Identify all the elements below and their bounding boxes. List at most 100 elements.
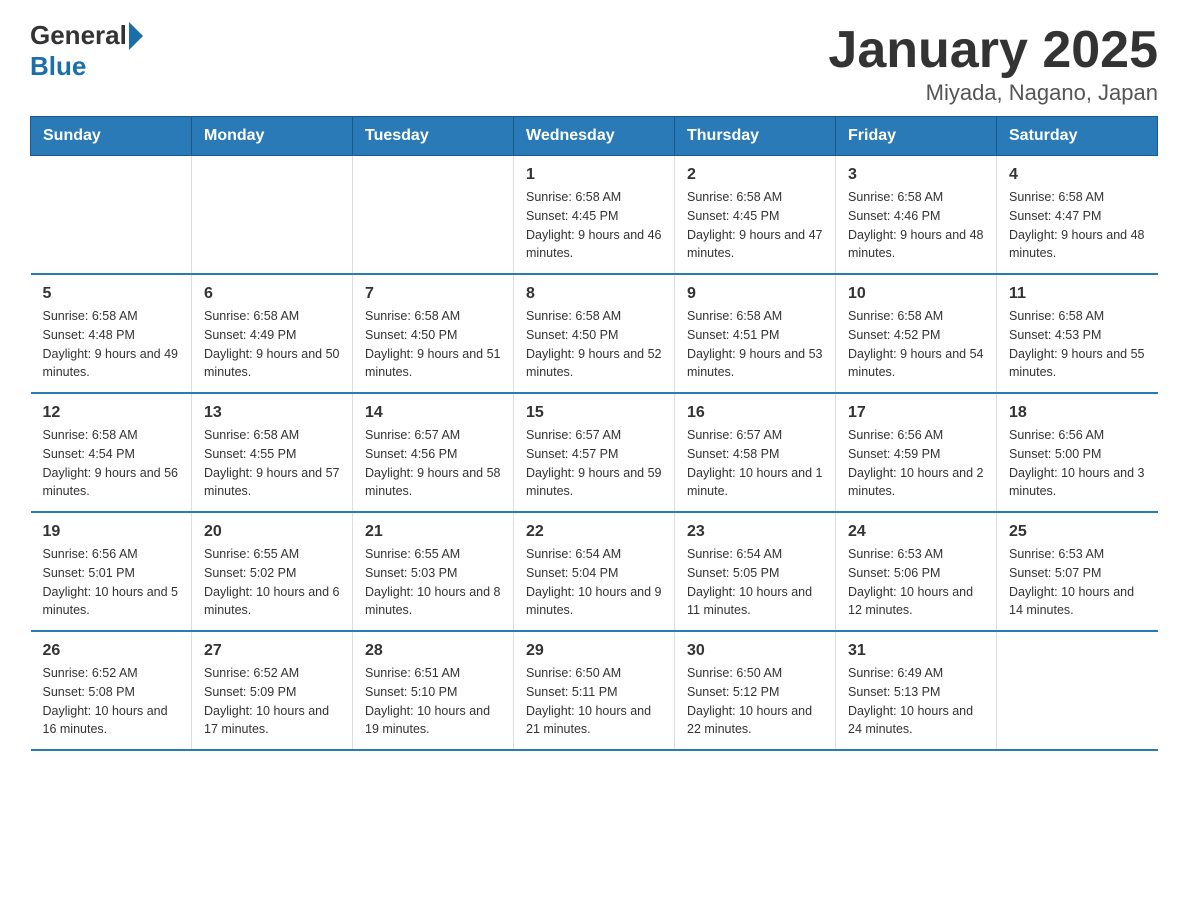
day-info: Sunrise: 6:50 AM Sunset: 5:12 PM Dayligh…	[687, 664, 823, 739]
day-number: 31	[848, 642, 984, 660]
day-number: 28	[365, 642, 501, 660]
title-block: January 2025 Miyada, Nagano, Japan	[828, 20, 1158, 106]
calendar-subtitle: Miyada, Nagano, Japan	[828, 80, 1158, 106]
day-number: 21	[365, 523, 501, 541]
day-number: 7	[365, 285, 501, 303]
logo-triangle-icon	[129, 22, 143, 50]
calendar-cell: 4 Sunrise: 6:58 AM Sunset: 4:47 PM Daylig…	[997, 156, 1158, 275]
calendar-cell	[31, 156, 192, 275]
day-info: Sunrise: 6:49 AM Sunset: 5:13 PM Dayligh…	[848, 664, 984, 739]
day-number: 19	[43, 523, 180, 541]
day-of-week-header: Tuesday	[353, 117, 514, 156]
day-info: Sunrise: 6:55 AM Sunset: 5:03 PM Dayligh…	[365, 545, 501, 620]
calendar-cell: 18Sunrise: 6:56 AM Sunset: 5:00 PM Dayli…	[997, 393, 1158, 512]
day-info: Sunrise: 6:58 AM Sunset: 4:50 PM Dayligh…	[365, 307, 501, 382]
day-number: 4	[1009, 166, 1146, 184]
calendar-week-row: 26 Sunrise: 6:52 AM Sunset: 5:08 PM Dayli…	[31, 631, 1158, 750]
day-info: Sunrise: 6:57 AM Sunset: 4:58 PM Dayligh…	[687, 426, 823, 501]
day-number: 12	[43, 404, 180, 422]
calendar-cell	[192, 156, 353, 275]
calendar-cell: 10 Sunrise: 6:58 AM Sunset: 4:52 PM Dayli…	[836, 274, 997, 393]
calendar-cell: 25 Sunrise: 6:53 AM Sunset: 5:07 PM Dayli…	[997, 512, 1158, 631]
day-of-week-header: Wednesday	[514, 117, 675, 156]
day-number: 25	[1009, 523, 1146, 541]
day-number: 23	[687, 523, 823, 541]
day-of-week-header: Thursday	[675, 117, 836, 156]
logo: General Blue	[30, 20, 145, 82]
day-number: 5	[43, 285, 180, 303]
day-number: 8	[526, 285, 662, 303]
day-info: Sunrise: 6:58 AM Sunset: 4:53 PM Dayligh…	[1009, 307, 1146, 382]
calendar-cell: 6Sunrise: 6:58 AM Sunset: 4:49 PM Daylig…	[192, 274, 353, 393]
calendar-cell: 17Sunrise: 6:56 AM Sunset: 4:59 PM Dayli…	[836, 393, 997, 512]
day-info: Sunrise: 6:51 AM Sunset: 5:10 PM Dayligh…	[365, 664, 501, 739]
logo-general-text: General	[30, 20, 127, 51]
day-number: 22	[526, 523, 662, 541]
calendar-cell: 5Sunrise: 6:58 AM Sunset: 4:48 PM Daylig…	[31, 274, 192, 393]
day-info: Sunrise: 6:58 AM Sunset: 4:52 PM Dayligh…	[848, 307, 984, 382]
calendar-cell	[997, 631, 1158, 750]
calendar-cell: 14 Sunrise: 6:57 AM Sunset: 4:56 PM Dayli…	[353, 393, 514, 512]
day-info: Sunrise: 6:55 AM Sunset: 5:02 PM Dayligh…	[204, 545, 340, 620]
calendar-week-row: 19 Sunrise: 6:56 AM Sunset: 5:01 PM Dayli…	[31, 512, 1158, 631]
day-of-week-header: Monday	[192, 117, 353, 156]
calendar-header-row: SundayMondayTuesdayWednesdayThursdayFrid…	[31, 117, 1158, 156]
calendar-week-row: 1Sunrise: 6:58 AM Sunset: 4:45 PM Daylig…	[31, 156, 1158, 275]
calendar-week-row: 5Sunrise: 6:58 AM Sunset: 4:48 PM Daylig…	[31, 274, 1158, 393]
calendar-cell: 20 Sunrise: 6:55 AM Sunset: 5:02 PM Dayli…	[192, 512, 353, 631]
calendar-cell: 11 Sunrise: 6:58 AM Sunset: 4:53 PM Dayli…	[997, 274, 1158, 393]
calendar-cell: 16 Sunrise: 6:57 AM Sunset: 4:58 PM Dayli…	[675, 393, 836, 512]
day-info: Sunrise: 6:58 AM Sunset: 4:45 PM Dayligh…	[526, 188, 662, 263]
day-info: Sunrise: 6:54 AM Sunset: 5:04 PM Dayligh…	[526, 545, 662, 620]
day-info: Sunrise: 6:58 AM Sunset: 4:55 PM Dayligh…	[204, 426, 340, 501]
day-of-week-header: Friday	[836, 117, 997, 156]
day-number: 14	[365, 404, 501, 422]
calendar-cell: 12 Sunrise: 6:58 AM Sunset: 4:54 PM Dayli…	[31, 393, 192, 512]
calendar-table: SundayMondayTuesdayWednesdayThursdayFrid…	[30, 116, 1158, 751]
calendar-cell: 9Sunrise: 6:58 AM Sunset: 4:51 PM Daylig…	[675, 274, 836, 393]
day-number: 2	[687, 166, 823, 184]
day-number: 11	[1009, 285, 1146, 303]
calendar-cell: 21 Sunrise: 6:55 AM Sunset: 5:03 PM Dayli…	[353, 512, 514, 631]
day-info: Sunrise: 6:57 AM Sunset: 4:57 PM Dayligh…	[526, 426, 662, 501]
day-info: Sunrise: 6:56 AM Sunset: 5:00 PM Dayligh…	[1009, 426, 1146, 501]
calendar-cell: 30Sunrise: 6:50 AM Sunset: 5:12 PM Dayli…	[675, 631, 836, 750]
day-number: 16	[687, 404, 823, 422]
day-number: 6	[204, 285, 340, 303]
day-info: Sunrise: 6:53 AM Sunset: 5:07 PM Dayligh…	[1009, 545, 1146, 620]
calendar-cell: 19 Sunrise: 6:56 AM Sunset: 5:01 PM Dayli…	[31, 512, 192, 631]
day-number: 24	[848, 523, 984, 541]
calendar-cell	[353, 156, 514, 275]
day-info: Sunrise: 6:58 AM Sunset: 4:54 PM Dayligh…	[43, 426, 180, 501]
day-info: Sunrise: 6:57 AM Sunset: 4:56 PM Dayligh…	[365, 426, 501, 501]
calendar-cell: 1Sunrise: 6:58 AM Sunset: 4:45 PM Daylig…	[514, 156, 675, 275]
day-info: Sunrise: 6:52 AM Sunset: 5:09 PM Dayligh…	[204, 664, 340, 739]
day-info: Sunrise: 6:54 AM Sunset: 5:05 PM Dayligh…	[687, 545, 823, 620]
calendar-cell: 3 Sunrise: 6:58 AM Sunset: 4:46 PM Daylig…	[836, 156, 997, 275]
day-number: 10	[848, 285, 984, 303]
day-info: Sunrise: 6:52 AM Sunset: 5:08 PM Dayligh…	[43, 664, 180, 739]
day-info: Sunrise: 6:56 AM Sunset: 5:01 PM Dayligh…	[43, 545, 180, 620]
calendar-cell: 2 Sunrise: 6:58 AM Sunset: 4:45 PM Daylig…	[675, 156, 836, 275]
calendar-title: January 2025	[828, 20, 1158, 80]
calendar-cell: 23 Sunrise: 6:54 AM Sunset: 5:05 PM Dayli…	[675, 512, 836, 631]
calendar-cell: 28 Sunrise: 6:51 AM Sunset: 5:10 PM Dayli…	[353, 631, 514, 750]
day-of-week-header: Sunday	[31, 117, 192, 156]
day-info: Sunrise: 6:50 AM Sunset: 5:11 PM Dayligh…	[526, 664, 662, 739]
day-info: Sunrise: 6:53 AM Sunset: 5:06 PM Dayligh…	[848, 545, 984, 620]
day-info: Sunrise: 6:58 AM Sunset: 4:45 PM Dayligh…	[687, 188, 823, 263]
day-number: 20	[204, 523, 340, 541]
calendar-cell: 29Sunrise: 6:50 AM Sunset: 5:11 PM Dayli…	[514, 631, 675, 750]
calendar-cell: 8Sunrise: 6:58 AM Sunset: 4:50 PM Daylig…	[514, 274, 675, 393]
day-number: 9	[687, 285, 823, 303]
day-info: Sunrise: 6:58 AM Sunset: 4:46 PM Dayligh…	[848, 188, 984, 263]
day-info: Sunrise: 6:58 AM Sunset: 4:47 PM Dayligh…	[1009, 188, 1146, 263]
day-number: 3	[848, 166, 984, 184]
calendar-cell: 24 Sunrise: 6:53 AM Sunset: 5:06 PM Dayli…	[836, 512, 997, 631]
calendar-week-row: 12 Sunrise: 6:58 AM Sunset: 4:54 PM Dayli…	[31, 393, 1158, 512]
day-number: 26	[43, 642, 180, 660]
calendar-cell: 15Sunrise: 6:57 AM Sunset: 4:57 PM Dayli…	[514, 393, 675, 512]
calendar-cell: 7 Sunrise: 6:58 AM Sunset: 4:50 PM Daylig…	[353, 274, 514, 393]
calendar-cell: 27Sunrise: 6:52 AM Sunset: 5:09 PM Dayli…	[192, 631, 353, 750]
logo-blue-text: Blue	[30, 51, 86, 82]
